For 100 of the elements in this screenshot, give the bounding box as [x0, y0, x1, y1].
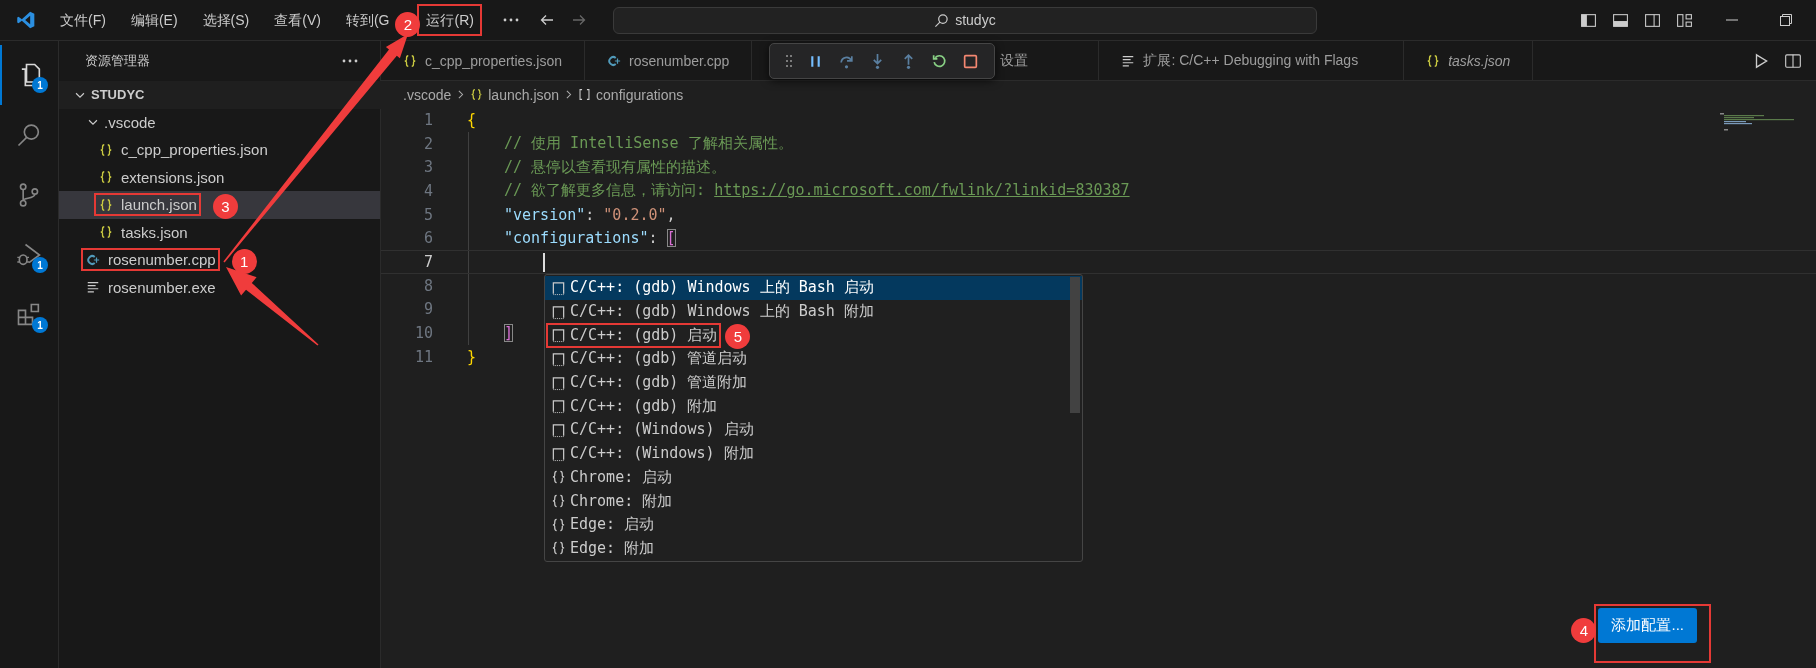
suggestion-item[interactable]: C/C++: (gdb) Windows 上的 Bash 启动 — [545, 276, 1082, 300]
braces-icon — [99, 170, 113, 185]
braces-icon — [551, 516, 566, 533]
braces-icon — [403, 53, 417, 68]
snippet-icon — [551, 445, 566, 462]
editor-tab[interactable]: tasks.json — [1404, 41, 1534, 80]
add-configuration-button[interactable]: 添加配置... — [1598, 608, 1697, 643]
line-number: 2 — [422, 134, 433, 153]
lines-icon — [1121, 53, 1136, 68]
activity-item[interactable]: 1 — [0, 285, 58, 345]
step-badge: 4 — [1571, 617, 1597, 643]
brackets-icon — [578, 88, 592, 101]
line-number: 11 — [413, 347, 433, 366]
code-line: ] — [504, 324, 514, 343]
text-cursor — [543, 253, 545, 273]
menu-item[interactable]: 选择(S) — [202, 7, 250, 33]
editor-tab[interactable]: rosenumber.cpp — [585, 41, 753, 80]
suggestion-item[interactable]: Edge: 启动 — [545, 512, 1082, 537]
menu-item[interactable]: 文件(F) — [60, 7, 106, 33]
c-plus-icon — [86, 252, 100, 267]
braces-icon — [99, 142, 113, 157]
line-number: 4 — [422, 181, 433, 200]
restore-icon[interactable] — [1778, 12, 1794, 28]
code-line: // 悬停以查看现有属性的描述。 — [504, 157, 727, 177]
snippet-icon — [551, 279, 566, 296]
code-line: { — [467, 110, 477, 129]
more-icon[interactable] — [342, 59, 358, 63]
search-icon — [934, 12, 950, 28]
suggestion-item[interactable]: C/C++: (Windows) 附加 — [545, 441, 1082, 466]
scrollbar-thumb[interactable] — [1070, 277, 1080, 413]
code-comment: // 欲了解更多信息，请访问: — [504, 181, 707, 201]
step-badge: 5 — [725, 324, 751, 350]
snippet-icon — [551, 374, 566, 391]
braces-icon — [99, 197, 113, 212]
count-badge: 1 — [32, 257, 48, 273]
count-badge: 1 — [32, 317, 48, 333]
menu-item[interactable]: 转到(G — [345, 7, 390, 33]
code-line: } — [467, 347, 477, 366]
suggestion-item[interactable]: C/C++: (gdb) 附加 — [545, 394, 1082, 419]
link[interactable]: https://go.microsoft.com/fwlink/?linkid=830387 — [714, 181, 1130, 201]
lines-icon — [86, 280, 100, 295]
sidebar-toggle-icon[interactable] — [1580, 11, 1597, 29]
step-badge: 3 — [212, 193, 238, 219]
suggestion-item[interactable]: C/C++: (Windows) 启动 — [545, 418, 1082, 442]
breadcrumb-item[interactable]: launch.json — [470, 86, 560, 103]
braces-icon — [551, 469, 566, 486]
suggestion-item[interactable]: Edge: 附加 — [545, 536, 1082, 561]
menu-item[interactable]: 运行(R) — [426, 7, 474, 33]
suggestion-item[interactable]: C/C++: (gdb) 管道附加 — [545, 370, 1082, 395]
tree-item[interactable]: tasks.json — [59, 218, 380, 246]
tree-item[interactable]: rosenumber.cpp 1 — [59, 246, 380, 274]
tree-item[interactable]: .vscode — [59, 108, 380, 136]
snippet-icon — [551, 350, 566, 367]
app-logo-icon — [16, 10, 36, 30]
step-badge: 1 — [231, 248, 257, 274]
search-field[interactable]: studyc — [612, 6, 1317, 34]
step-badge: 2 — [395, 12, 421, 37]
snippet-icon — [551, 398, 566, 415]
layout-icon[interactable] — [1676, 11, 1693, 29]
forward-icon[interactable] — [570, 12, 587, 28]
snippet-icon — [551, 327, 566, 344]
secondary-sidebar-icon[interactable] — [1644, 11, 1661, 29]
panel-title: 资源管理器 — [85, 52, 150, 70]
suggestion-item[interactable]: Chrome: 附加 — [545, 489, 1082, 513]
suggestion-item[interactable]: C/C++: (gdb) Windows 上的 Bash 附加 — [545, 299, 1082, 324]
line-number: 8 — [422, 276, 433, 295]
tree-item[interactable]: extensions.json — [59, 163, 380, 191]
activity-item[interactable]: 1 — [0, 225, 58, 285]
split-editor-icon[interactable] — [1784, 51, 1802, 70]
breadcrumb-item[interactable]: configurations — [578, 86, 684, 103]
drag-handle-icon[interactable] — [785, 54, 793, 68]
suggestion-item[interactable]: Chrome: 启动 — [545, 465, 1082, 490]
tree-item[interactable]: c_cpp_properties.json — [59, 136, 380, 164]
code-line: // 使用 IntelliSense 了解相关属性。 — [504, 134, 793, 154]
line-number: 1 — [422, 110, 433, 129]
snippet-icon — [551, 303, 566, 320]
back-icon[interactable] — [538, 12, 555, 28]
breadcrumb-item[interactable]: .vscode — [403, 86, 452, 103]
line-number: 7 — [422, 252, 433, 271]
line-number: 3 — [422, 158, 433, 177]
restart-icon[interactable] — [931, 52, 948, 70]
line-number: 9 — [422, 300, 433, 319]
editor-tab[interactable]: 扩展: C/C++ Debugging with Flags — [1099, 41, 1405, 80]
more-icon[interactable] — [502, 18, 519, 22]
snippet-icon — [551, 421, 566, 438]
count-badge: 1 — [32, 77, 48, 93]
suggestion-item[interactable]: C/C++: (gdb) 启动 5 — [545, 323, 1082, 348]
tree-item[interactable]: rosenumber.exe — [59, 273, 380, 301]
tree-item[interactable]: launch.json 3 — [59, 191, 380, 219]
line-number: 10 — [413, 324, 433, 343]
braces-icon — [1426, 53, 1441, 68]
panel-toggle-icon[interactable] — [1612, 11, 1629, 29]
braces-icon — [551, 540, 566, 557]
code-line: "configurations": [ — [504, 229, 676, 248]
braces-icon — [99, 225, 113, 240]
menu-item[interactable]: 编辑(E) — [130, 7, 178, 33]
menu-item[interactable]: 查看(V) — [274, 7, 321, 33]
suggestion-item[interactable]: C/C++: (gdb) 管道启动 — [545, 347, 1082, 371]
stop-icon[interactable] — [962, 52, 979, 70]
code-line: "version": "0.2.0", — [504, 205, 676, 224]
